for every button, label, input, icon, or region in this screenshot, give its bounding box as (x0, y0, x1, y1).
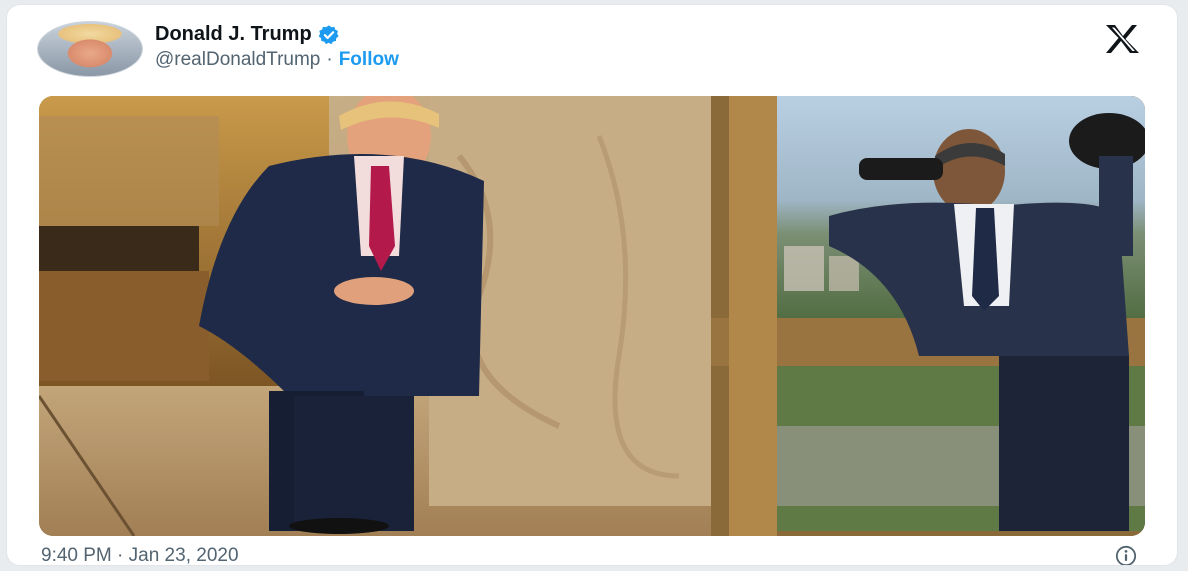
tweet-timestamp[interactable]: 9:40 PM · Jan 23, 2020 (41, 545, 239, 565)
author-handle[interactable]: @realDonaldTrump (155, 49, 320, 71)
x-logo-icon[interactable] (1103, 23, 1143, 55)
info-icon[interactable] (1115, 545, 1137, 566)
photo-scene (39, 96, 1145, 536)
author-avatar[interactable] (37, 21, 143, 77)
tweet-embed-card: Donald J. Trump @realDonaldTrump · Follo… (6, 4, 1178, 566)
separator-dot: · (326, 49, 333, 70)
follow-button[interactable]: Follow (339, 49, 399, 71)
verified-badge-icon (318, 24, 339, 44)
author-handle-row: @realDonaldTrump · Follow (155, 49, 399, 71)
tweet-media-image[interactable] (39, 96, 1145, 536)
author-display-name[interactable]: Donald J. Trump (155, 23, 312, 46)
author-name-row: Donald J. Trump (155, 23, 340, 46)
